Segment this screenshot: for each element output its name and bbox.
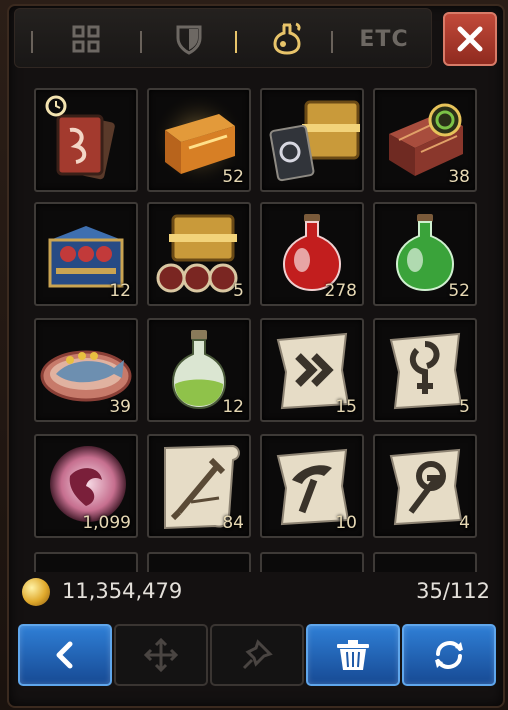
item-slot-blue-card-chest[interactable]: 12 [34,202,138,306]
move-button[interactable] [114,624,208,686]
refresh-button[interactable] [402,624,496,686]
item-slot-golden-chest[interactable]: 52 [147,88,251,192]
inventory-window: ETC 52 38 12 5 278 52 39 12 15 5 1,099 8… [0,0,508,710]
shield-icon [176,25,202,55]
move-cross-icon [143,637,179,673]
item-quantity: 38 [448,167,470,187]
close-icon [457,26,483,52]
inventory-capacity: 35/112 [416,579,490,603]
item-quantity: 12 [222,397,244,417]
potion-icon [273,22,301,55]
tab-separator [331,31,333,53]
action-bar [14,620,496,690]
item-quantity: 278 [324,281,357,301]
pin-icon [242,639,273,670]
item-slot-scroll-arrows[interactable]: 15 [260,318,364,422]
tab-etc[interactable]: ETC [351,17,417,61]
item-slot-dragon-orb[interactable]: 1,099 [34,434,138,538]
currency-row: 11,354,479 35/112 [18,572,494,612]
item-slot-green-potion[interactable]: 52 [373,202,477,306]
item-quantity: 5 [233,281,244,301]
item-quantity: 12 [109,281,131,301]
item-quantity: 1,099 [82,513,131,533]
tab-separator [140,31,142,53]
item-slot-gold-card-chest[interactable]: 5 [147,202,251,306]
discard-button[interactable] [306,624,400,686]
tab-etc-label: ETC [359,26,409,52]
item-quantity: 39 [109,397,131,417]
trash-icon [337,640,369,670]
category-tab-bar: ETC [14,8,432,68]
item-quantity: 15 [335,397,357,417]
grid-icon [72,25,100,53]
item-slot-scroll-pickaxe[interactable]: 10 [260,434,364,538]
tab-equipment[interactable] [158,17,220,61]
item-quantity: 84 [222,513,244,533]
item-quantity: 52 [222,167,244,187]
item-slot-partial[interactable] [147,552,251,572]
tab-all-items[interactable] [55,17,117,61]
refresh-icon [435,640,463,670]
tab-separator [31,31,33,53]
pin-button[interactable] [210,624,304,686]
item-slot-scroll-rune[interactable]: 5 [373,318,477,422]
item-quantity: 10 [335,513,357,533]
item-slot-partial[interactable] [260,552,364,572]
item-slot-fish-dish[interactable]: 39 [34,318,138,422]
item-quantity: 52 [448,281,470,301]
tab-separator-active [235,31,237,53]
item-quantity: 5 [459,397,470,417]
item-slot-scroll-arrow-rune[interactable]: 4 [373,434,477,538]
tab-consumables[interactable] [256,17,318,61]
back-button[interactable] [18,624,112,686]
item-slot-red-ornate-chest[interactable]: 38 [373,88,477,192]
item-slot-green-elixir[interactable]: 12 [147,318,251,422]
item-slot-partial[interactable] [373,552,477,572]
item-slot-card-chest-bundle[interactable] [260,88,364,192]
gold-coin-icon [22,578,50,606]
gold-amount: 11,354,479 [62,579,183,603]
item-slot-red-potion[interactable]: 278 [260,202,364,306]
item-slot-scroll-sword[interactable]: 84 [147,434,251,538]
item-slot-timed-card-pack[interactable] [34,88,138,192]
item-quantity: 4 [459,513,470,533]
inventory-grid: 52 38 12 5 278 52 39 12 15 5 1,099 84 10… [24,82,488,572]
chevron-left-icon [56,641,73,669]
close-button[interactable] [443,12,497,66]
item-slot-partial[interactable] [34,552,138,572]
